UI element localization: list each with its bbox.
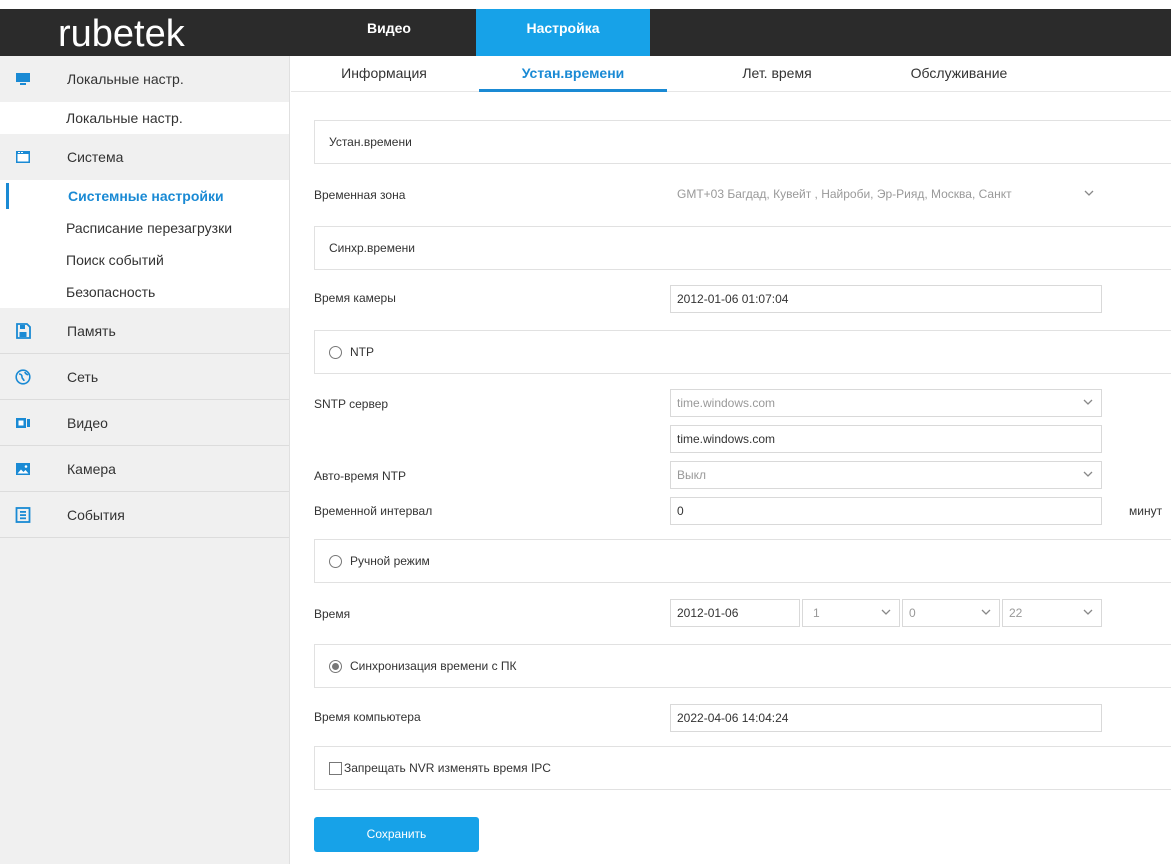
- section-pc-sync[interactable]: Синхронизация времени с ПК: [314, 644, 1171, 688]
- nvr-checkbox[interactable]: [329, 761, 342, 775]
- sidebar-system-sub: Системные настройки Расписание перезагру…: [0, 180, 289, 308]
- ntp-label: NTP: [350, 345, 374, 359]
- sidebar-local-sub: Локальные настр.: [0, 102, 289, 134]
- chevron-down-icon: [1083, 399, 1093, 405]
- interval-input[interactable]: 0: [670, 497, 1102, 525]
- sidebar-group-label: Память: [67, 322, 116, 339]
- section-title: Синхр.времени: [329, 241, 415, 255]
- pc-sync-label: Синхронизация времени с ПК: [350, 659, 517, 673]
- pc-time-field: 2022-04-06 14:04:24: [670, 704, 1102, 732]
- tab-time-settings[interactable]: Устан.времени: [479, 56, 667, 92]
- system-icon: [15, 149, 31, 165]
- pc-sync-radio[interactable]: [329, 659, 342, 673]
- sidebar-item-local-settings[interactable]: Локальные настр.: [0, 102, 289, 134]
- globe-icon: [15, 368, 31, 385]
- events-icon: [15, 506, 31, 523]
- floppy-icon: [15, 322, 31, 339]
- rubetek-logo: rubetek: [58, 13, 186, 53]
- interval-unit: минут: [1129, 504, 1163, 518]
- camera-time-label: Время камеры: [314, 291, 396, 305]
- top-bar: rubetek Видео Настройка: [0, 9, 1171, 56]
- sidebar-item-security[interactable]: Безопасность: [0, 276, 289, 308]
- sntp-server-input[interactable]: time.windows.com: [670, 425, 1102, 453]
- sidebar-group-label: Камера: [67, 460, 116, 477]
- sidebar-group-label: Локальные настр.: [67, 71, 184, 87]
- sidebar-item-reboot-schedule[interactable]: Расписание перезагрузки: [0, 212, 289, 244]
- sidebar-group-storage[interactable]: Память: [0, 308, 289, 354]
- svg-text:rubetek: rubetek: [58, 13, 186, 53]
- save-button[interactable]: Сохранить: [314, 817, 479, 852]
- section-nvr[interactable]: Запрещать NVR изменять время IPC: [314, 746, 1171, 790]
- chevron-down-icon: [881, 609, 891, 615]
- section-time-sync: Синхр.времени: [314, 226, 1171, 270]
- sntp-server-value: time.windows.com: [677, 396, 776, 410]
- chevron-down-icon: [1083, 471, 1093, 477]
- sidebar-group-system[interactable]: Система: [0, 134, 289, 180]
- sidebar-item-event-search[interactable]: Поиск событий: [0, 244, 289, 276]
- timezone-select[interactable]: GMT+03 Багдад, Кувейт , Найроби, Эр-Рияд…: [670, 181, 1102, 209]
- sntp-server-label: SNTP сервер: [314, 397, 389, 411]
- section-ntp[interactable]: NTP: [314, 330, 1171, 374]
- video-icon: [15, 415, 31, 431]
- tab-information[interactable]: Информация: [291, 56, 477, 92]
- ntp-radio[interactable]: [329, 345, 342, 359]
- interval-label: Временной интервал: [314, 504, 433, 518]
- time-label: Время: [314, 607, 351, 621]
- manual-hour-value: 1: [813, 606, 820, 620]
- auto-ntp-label: Авто-время NTP: [314, 469, 406, 483]
- auto-ntp-select[interactable]: Выкл: [670, 461, 1102, 489]
- section-time-settings: Устан.времени: [314, 120, 1171, 164]
- sidebar-group-network[interactable]: Сеть: [0, 354, 289, 400]
- sidebar-item-system-settings[interactable]: Системные настройки: [0, 180, 289, 212]
- chevron-down-icon: [1084, 190, 1094, 196]
- sidebar: Локальные настр. Локальные настр. Систем…: [0, 56, 290, 864]
- top-tab-video[interactable]: Видео: [302, 9, 476, 56]
- manual-second-value: 22: [1009, 606, 1023, 620]
- manual-minute-select[interactable]: 0: [902, 599, 1000, 627]
- chevron-down-icon: [981, 609, 991, 615]
- image-icon: [15, 461, 31, 477]
- manual-hour-select[interactable]: 1: [802, 599, 900, 627]
- manual-radio[interactable]: [329, 554, 342, 568]
- sidebar-group-video[interactable]: Видео: [0, 400, 289, 446]
- section-title: Устан.времени: [329, 135, 412, 149]
- sntp-server-select[interactable]: time.windows.com: [670, 389, 1102, 417]
- sidebar-group-local[interactable]: Локальные настр.: [0, 56, 289, 102]
- sidebar-group-label: Сеть: [67, 368, 99, 385]
- sidebar-group-label: Система: [67, 149, 124, 165]
- sidebar-group-events[interactable]: События: [0, 492, 289, 538]
- manual-label: Ручной режим: [350, 554, 430, 568]
- sidebar-group-camera[interactable]: Камера: [0, 446, 289, 492]
- sidebar-group-label: Видео: [67, 414, 108, 431]
- settings-subtabs: Информация Устан.времени Лет. время Обсл…: [291, 56, 1171, 92]
- auto-ntp-value: Выкл: [677, 468, 707, 482]
- nvr-label: Запрещать NVR изменять время IPC: [344, 761, 551, 775]
- camera-time-field: 2012-01-06 01:07:04: [670, 285, 1102, 313]
- manual-date-input[interactable]: 2012-01-06: [670, 599, 800, 627]
- manual-minute-value: 0: [909, 606, 916, 620]
- sidebar-group-label: События: [67, 506, 125, 523]
- top-tab-settings[interactable]: Настройка: [476, 9, 650, 56]
- manual-second-select[interactable]: 22: [1002, 599, 1102, 627]
- pc-time-label: Время компьютера: [314, 710, 421, 724]
- tab-maintenance[interactable]: Обслуживание: [851, 56, 1067, 92]
- chevron-down-icon: [1083, 609, 1093, 615]
- section-manual[interactable]: Ручной режим: [314, 539, 1171, 583]
- timezone-label: Временная зона: [314, 188, 406, 202]
- timezone-value: GMT+03 Багдад, Кувейт , Найроби, Эр-Рияд…: [677, 187, 1012, 201]
- monitor-icon: [15, 71, 31, 87]
